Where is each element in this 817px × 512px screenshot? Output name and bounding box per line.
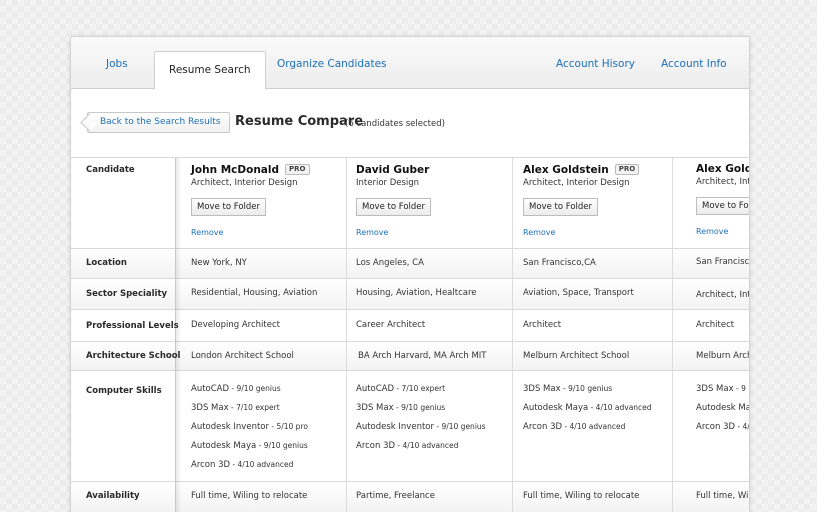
remove-link[interactable]: Remove: [356, 228, 388, 237]
pro-badge: PRO: [614, 164, 640, 175]
level-cell: Architect: [696, 320, 735, 330]
skill-item: Autodesk Maya - 4/10 advanced: [523, 403, 652, 413]
label-candidate: Candidate: [86, 165, 135, 175]
resume-compare-panel: Jobs Resume Search Organize Candidates A…: [70, 36, 750, 512]
candidate-name[interactable]: David Guber: [356, 164, 429, 176]
skill-item: 3DS Max - 9/10 genius: [356, 403, 446, 413]
location-cell: Los Angeles, CA: [356, 258, 424, 268]
skill-item: Arcon 3D - 4/10 advanced: [356, 441, 459, 451]
skill-item: Autodesk Maya - 9/10 genius: [191, 441, 308, 451]
level-cell: Architect: [523, 320, 562, 330]
tab-account-info[interactable]: Account Info: [661, 37, 727, 89]
back-to-results-button[interactable]: Back to the Search Results: [80, 112, 230, 133]
skill-item: 3DS Max - 9/10 genius: [523, 384, 613, 394]
availability-cell: Full time, Wiling to relocate: [523, 491, 640, 501]
tab-resume-search[interactable]: Resume Search: [154, 51, 266, 90]
level-cell: Career Architect: [356, 320, 426, 330]
remove-link[interactable]: Remove: [191, 228, 223, 237]
availability-cell: Full time, Wiling to relocate: [191, 491, 308, 501]
move-to-folder-button[interactable]: Move to Folder: [696, 197, 749, 215]
skill-item: 3DS Max - 7/10 expert: [191, 403, 280, 413]
level-cell: Developing Architect: [191, 320, 280, 330]
column-shadow: [175, 158, 181, 512]
move-to-folder-button[interactable]: Move to Folder: [523, 198, 598, 216]
pro-badge: PRO: [285, 164, 310, 175]
school-cell: Melburn Archi: [696, 351, 750, 361]
row-divider: [71, 309, 749, 310]
column-divider: [346, 158, 347, 512]
location-cell: New York, NY: [191, 258, 247, 268]
skill-item: Arcon 3D - 4/10 advanced: [191, 460, 294, 470]
availability-cell: Full time, Wilin: [696, 491, 749, 501]
move-to-folder-button[interactable]: Move to Folder: [191, 198, 266, 216]
label-architecture-school: Architecture School: [86, 351, 181, 361]
label-availability: Availability: [86, 491, 140, 501]
tab-bar: Jobs Resume Search Organize Candidates A…: [71, 37, 749, 90]
candidate-title: Architect, Interior Design: [191, 178, 298, 188]
candidate-name[interactable]: John McDonald PRO: [191, 164, 310, 176]
sector-cell: Aviation, Space, Transport: [523, 288, 634, 298]
page-title: Resume Compare: [235, 114, 364, 129]
candidate-title: Architect, Inte: [696, 177, 750, 187]
label-location: Location: [86, 258, 127, 268]
tab-organize-candidates[interactable]: Organize Candidates: [277, 37, 387, 89]
tab-account-history[interactable]: Account Hisory: [556, 37, 635, 89]
skill-item: Autodesk Inventor - 9/10 genius: [356, 422, 486, 432]
skill-item: 3DS Max - 9: [696, 384, 746, 394]
skill-item: Arcon 3D - 4/10 advanced: [523, 422, 626, 432]
skill-item: Autodesk Inventor - 5/10 pro: [191, 422, 308, 432]
location-cell: San Francisco,: [696, 257, 750, 267]
skill-item: AutoCAD - 9/10 genius: [191, 384, 281, 394]
label-sector: Sector Speciality: [86, 289, 168, 299]
remove-link[interactable]: Remove: [523, 228, 555, 237]
back-arrow-icon: [80, 113, 99, 132]
sector-cell: Architect, Inte: [696, 290, 750, 300]
candidate-name[interactable]: Alex Goldst: [696, 163, 749, 175]
label-professional-levels: Professional Levels: [86, 321, 179, 331]
skill-item: Autodesk Maya: [696, 403, 750, 413]
skill-item: AutoCAD - 7/10 expert: [356, 384, 446, 394]
candidate-title: Architect, Interior Design: [523, 178, 630, 188]
candidate-title: Interior Design: [356, 178, 420, 188]
label-computer-skills: Computer Skills: [86, 386, 162, 396]
sector-cell: Housing, Aviation, Healtcare: [356, 288, 477, 298]
row-divider: [71, 157, 749, 158]
availability-cell: Partime, Freelance: [356, 491, 435, 501]
move-to-folder-button[interactable]: Move to Folder: [356, 198, 431, 216]
candidate-name[interactable]: Alex Goldstein PRO: [523, 164, 640, 176]
sector-cell: Residential, Housing, Aviation: [191, 288, 318, 298]
school-cell: BA Arch Harvard, MA Arch MIT: [358, 351, 487, 361]
remove-link[interactable]: Remove: [696, 227, 728, 236]
row-divider: [71, 248, 749, 249]
column-divider: [512, 158, 513, 512]
tab-jobs[interactable]: Jobs: [106, 37, 128, 89]
school-cell: Melburn Architect School: [523, 351, 630, 361]
candidates-selected-count: (6 candidates selected): [345, 119, 445, 129]
row-divider: [71, 370, 749, 371]
location-cell: San Francisco,CA: [523, 258, 596, 268]
school-cell: London Architect School: [191, 351, 294, 361]
column-divider: [672, 158, 673, 512]
back-button-label: Back to the Search Results: [100, 117, 221, 127]
skill-item: Arcon 3D - 4/: [696, 422, 750, 432]
